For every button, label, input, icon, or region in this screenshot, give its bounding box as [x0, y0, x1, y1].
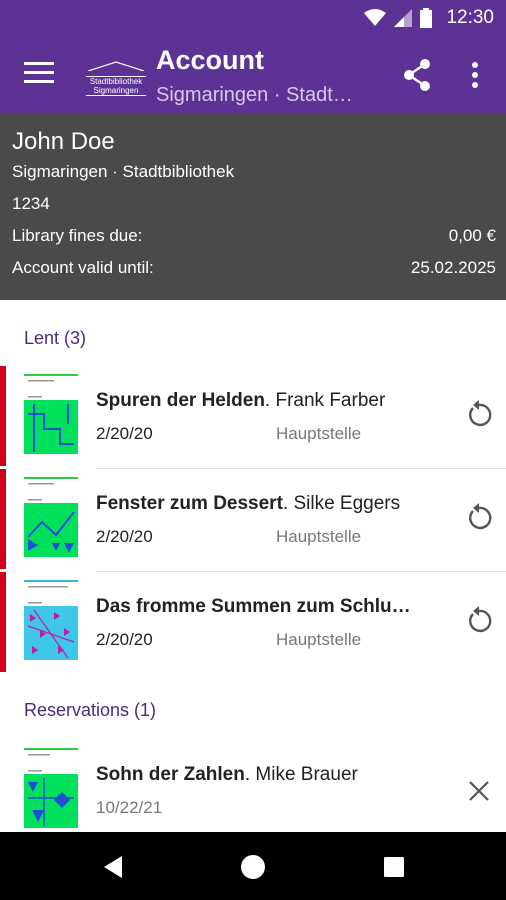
fines-row: Library fines due: 0,00 €	[12, 226, 496, 246]
list-item[interactable]: Das fromme Summen zum Schlu… 2/20/20 Hau…	[0, 572, 506, 672]
wifi-icon	[364, 9, 387, 26]
lent-section-header: Lent (3)	[24, 328, 87, 348]
book-cover	[24, 580, 78, 664]
renew-icon[interactable]	[464, 400, 494, 430]
renew-icon[interactable]	[464, 606, 494, 636]
library-logo: Stadtbibliothek Sigmaringen	[86, 58, 146, 96]
more-options-icon[interactable]	[466, 60, 484, 90]
app-bar: Stadtbibliothek Sigmaringen Account Sigm…	[0, 36, 506, 114]
item-branch: Hauptstelle	[276, 527, 362, 546]
item-branch: Hauptstelle	[276, 630, 362, 649]
item-date: 2/20/20	[96, 630, 153, 649]
battery-icon	[420, 8, 433, 28]
item-date: 2/20/20	[96, 527, 153, 546]
overdue-indicator	[0, 366, 6, 466]
list-item[interactable]: Fenster zum Dessert. Silke Eggers 2/20/2…	[0, 469, 506, 569]
logo-line-2: Sigmaringen	[86, 86, 146, 96]
overdue-indicator	[0, 469, 6, 569]
menu-icon[interactable]	[24, 62, 54, 86]
valid-until-value: 25.02.2025	[410, 258, 496, 277]
signal-icon	[394, 9, 413, 27]
item-title: Spuren der Helden. Frank Farber	[96, 390, 386, 411]
logo-roof-icon	[87, 61, 145, 72]
page-title: Account	[156, 45, 264, 75]
reservations-section-header: Reservations (1)	[24, 700, 157, 720]
account-card: John Doe Sigmaringen · Stadtbibliothek 1…	[0, 114, 506, 300]
item-date: 2/20/20	[96, 424, 153, 443]
system-nav-bar	[0, 832, 506, 900]
item-branch: Hauptstelle	[276, 424, 362, 443]
recents-icon[interactable]	[379, 852, 409, 882]
renew-icon[interactable]	[464, 503, 494, 533]
cancel-reservation-icon[interactable]	[464, 776, 494, 806]
back-icon[interactable]	[98, 852, 128, 882]
home-icon[interactable]	[238, 852, 268, 882]
item-title: Sohn der Zahlen. Mike Brauer	[96, 764, 358, 785]
fines-label: Library fines due:	[12, 226, 143, 245]
book-cover	[24, 374, 78, 458]
account-name: John Doe	[12, 128, 115, 155]
list-item[interactable]: Sohn der Zahlen. Mike Brauer 10/22/21	[0, 740, 506, 840]
list-item[interactable]: Spuren der Helden. Frank Farber 2/20/20 …	[0, 366, 506, 466]
valid-until-label: Account valid until:	[12, 258, 154, 277]
item-date: 10/22/21	[96, 798, 163, 817]
status-bar: 12:30	[0, 0, 506, 36]
status-time: 12:30	[446, 7, 494, 28]
account-card-number: 1234	[12, 194, 50, 213]
book-cover	[24, 477, 78, 561]
page-subtitle: Sigmaringen · Stadt…	[156, 84, 353, 106]
item-title: Fenster zum Dessert. Silke Eggers	[96, 493, 401, 514]
book-cover	[24, 748, 78, 832]
item-title: Das fromme Summen zum Schlu…	[96, 596, 411, 617]
overdue-indicator	[0, 572, 6, 672]
valid-until-row: Account valid until: 25.02.2025	[12, 258, 496, 278]
account-library: Sigmaringen · Stadtbibliothek	[12, 162, 235, 181]
fines-value: 0,00 €	[448, 226, 496, 245]
logo-line-1: Stadtbibliothek	[86, 76, 146, 86]
share-icon[interactable]	[402, 58, 432, 92]
